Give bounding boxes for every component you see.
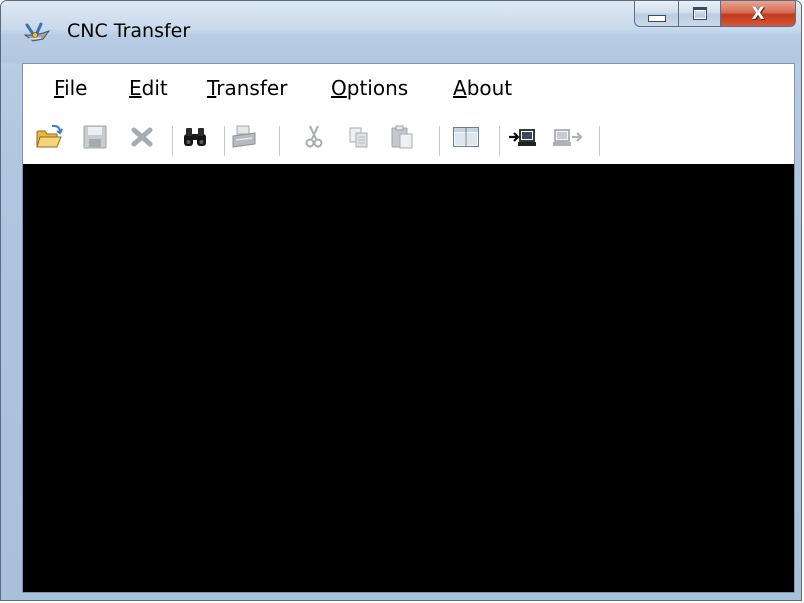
menu-options[interactable]: Options	[331, 76, 408, 100]
close-button[interactable]: X	[721, 1, 796, 27]
delete-button[interactable]	[127, 122, 157, 156]
receive-icon	[507, 125, 539, 153]
menu-file-mnemonic: F	[54, 76, 65, 100]
close-icon: X	[751, 3, 765, 24]
copy-button[interactable]	[344, 122, 374, 156]
find-binoculars-icon	[182, 125, 208, 153]
menu-file-label: ile	[64, 76, 88, 100]
client-area: File Edit Transfer Options About	[22, 63, 795, 593]
cut-button[interactable]	[299, 122, 329, 156]
maximize-button[interactable]	[679, 1, 721, 27]
print-button[interactable]	[229, 122, 259, 156]
menu-transfer-mnemonic: T	[207, 76, 217, 100]
application-window: CNC Transfer X File Edit Transfer Option…	[0, 0, 802, 601]
paste-button[interactable]	[387, 122, 417, 156]
save-button[interactable]	[80, 122, 110, 156]
menu-options-mnemonic: O	[331, 76, 347, 100]
menu-file[interactable]: File	[54, 76, 87, 100]
open-folder-icon	[35, 124, 63, 154]
cnc-mill-icon[interactable]	[23, 21, 51, 45]
menu-about-mnemonic: A	[453, 76, 467, 100]
window-title: CNC Transfer	[67, 20, 191, 42]
title-bar[interactable]: CNC Transfer X	[1, 1, 801, 63]
toolbar-separator	[599, 126, 601, 156]
find-button[interactable]	[180, 122, 210, 156]
menu-edit[interactable]: Edit	[129, 76, 168, 100]
menu-about[interactable]: About	[453, 76, 512, 100]
copy-icon	[347, 125, 371, 153]
menu-bar: File Edit Transfer Options About	[23, 64, 794, 116]
save-icon	[82, 124, 108, 154]
paste-icon	[389, 124, 415, 154]
caption-buttons: X	[634, 1, 796, 27]
minimize-button[interactable]	[634, 1, 679, 27]
minimize-icon	[647, 15, 666, 22]
maximize-icon	[692, 7, 707, 20]
menu-edit-mnemonic: E	[129, 76, 142, 100]
toolbar-separator	[279, 126, 281, 156]
open-button[interactable]	[34, 122, 64, 156]
toolbar-separator	[439, 126, 441, 156]
transfer-output-area[interactable]	[23, 164, 794, 592]
toolbar-separator	[172, 126, 174, 156]
split-view-icon	[452, 125, 480, 153]
menu-about-label: bout	[466, 76, 513, 100]
cut-icon	[304, 124, 324, 154]
toolbar-separator	[499, 126, 501, 156]
split-view-button[interactable]	[451, 122, 481, 156]
toolbar-separator	[224, 126, 226, 156]
send-button[interactable]	[553, 122, 583, 156]
delete-icon	[130, 125, 154, 153]
receive-button[interactable]	[508, 122, 538, 156]
send-icon	[552, 125, 584, 153]
menu-transfer[interactable]: Transfer	[207, 76, 287, 100]
menu-options-label: ptions	[346, 76, 409, 100]
toolbar	[23, 116, 794, 164]
print-icon	[231, 124, 257, 154]
menu-transfer-label: ransfer	[216, 76, 288, 100]
menu-edit-label: dit	[141, 76, 168, 100]
